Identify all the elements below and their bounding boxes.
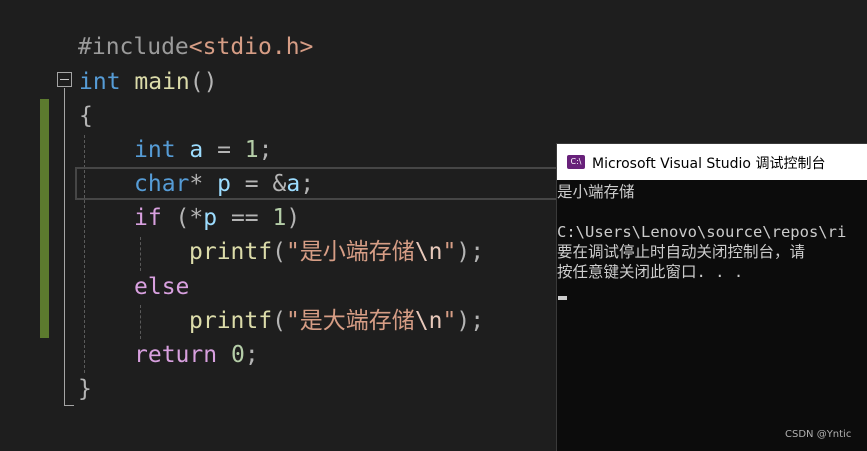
code-line: return 0; xyxy=(134,338,259,372)
code-token: main xyxy=(120,69,190,95)
code-token: * xyxy=(189,171,218,197)
code-token: 1 xyxy=(244,137,259,163)
console-titlebar[interactable]: C:\ Microsoft Visual Studio 调试控制台 xyxy=(557,144,867,180)
code-token: int xyxy=(134,137,176,163)
console-cursor xyxy=(558,296,567,300)
code-token: p xyxy=(217,171,231,197)
code-token: ; xyxy=(244,342,259,368)
code-token: ; xyxy=(300,171,315,197)
code-line: if (*p == 1) xyxy=(134,201,300,235)
console-title: Microsoft Visual Studio 调试控制台 xyxy=(592,156,826,172)
code-token: 1 xyxy=(272,205,287,231)
code-token: char xyxy=(134,171,190,197)
fold-outline-end xyxy=(64,405,74,406)
code-token: if xyxy=(134,205,162,231)
code-line: char* p = &a; xyxy=(134,167,314,201)
code-token: ) xyxy=(286,205,301,231)
code-line: } xyxy=(78,372,92,406)
code-token: = & xyxy=(230,171,287,197)
code-token: p xyxy=(203,205,218,231)
code-token: \n xyxy=(414,239,443,265)
code-token: a xyxy=(175,137,204,163)
code-token: ); xyxy=(456,239,485,265)
code-token: a xyxy=(286,171,301,197)
indent-guide xyxy=(140,237,141,271)
code-token: ; xyxy=(258,137,273,163)
code-token: 0 xyxy=(230,342,245,368)
change-indicator-bar xyxy=(40,99,49,201)
console-output-line: C:\Users\Lenovo\source\repos\ri xyxy=(557,223,847,241)
code-token: return xyxy=(134,342,218,368)
visual-studio-console-icon: C:\ xyxy=(567,155,585,169)
code-token: \n xyxy=(414,308,443,334)
collapse-toggle-icon[interactable] xyxy=(57,72,72,87)
code-line: int main() xyxy=(79,65,218,99)
code-token: } xyxy=(78,376,92,402)
code-token: int xyxy=(79,69,121,95)
code-line: printf("是小端存储\n"); xyxy=(189,235,484,269)
debug-console-window[interactable]: C:\ Microsoft Visual Studio 调试控制台 是小端存储 … xyxy=(556,143,867,451)
code-token: "是大端存储 xyxy=(285,308,415,334)
code-token: ); xyxy=(456,308,485,334)
code-line: printf("是大端存储\n"); xyxy=(189,304,484,338)
code-token: " xyxy=(442,239,457,265)
code-line: #include<stdio.h> xyxy=(78,30,313,64)
console-output-line: 要在调试停止时自动关闭控制台，请 xyxy=(557,243,806,261)
code-token: (* xyxy=(161,205,204,231)
watermark: CSDN @Yntic xyxy=(785,429,852,440)
code-token: = xyxy=(203,137,245,163)
code-token: { xyxy=(79,103,93,129)
code-token: printf xyxy=(189,308,273,334)
code-token: #include xyxy=(78,34,189,60)
code-line: int a = 1; xyxy=(134,133,273,167)
indent-guide xyxy=(140,305,141,339)
code-line: { xyxy=(79,99,93,133)
code-token: ( xyxy=(272,239,286,265)
code-token: == xyxy=(217,205,273,231)
code-token: else xyxy=(134,274,190,300)
code-line: else xyxy=(134,270,189,304)
console-output-line: 是小端存储 xyxy=(557,183,635,201)
change-indicator-bar xyxy=(40,201,49,338)
code-token: <stdio.h> xyxy=(188,34,314,60)
code-token: () xyxy=(189,69,218,95)
code-token: "是小端存储 xyxy=(285,239,415,265)
code-token: " xyxy=(442,308,457,334)
code-token: ( xyxy=(272,308,286,334)
code-token: printf xyxy=(189,239,273,265)
console-output-line: 按任意键关闭此窗口. . . xyxy=(557,263,744,281)
fold-outline xyxy=(64,88,65,406)
